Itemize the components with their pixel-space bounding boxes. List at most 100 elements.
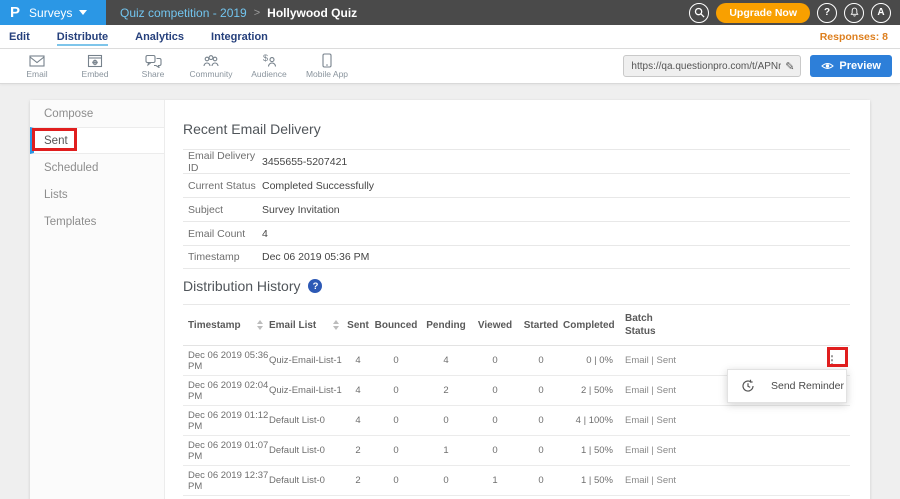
tab-integration[interactable]: Integration: [211, 25, 268, 48]
distribute-toolbar: Email Embed Share Community $ Audience M…: [0, 49, 900, 84]
cell-viewed: 0: [471, 385, 519, 396]
tool-share[interactable]: Share: [124, 54, 182, 79]
surveys-menu[interactable]: Surveys: [29, 6, 87, 20]
audience-dollar-icon: $: [260, 54, 278, 68]
table-row: Dec 06 2019 01:07 PM Default List-0 2 0 …: [183, 436, 850, 466]
search-icon: [694, 7, 705, 18]
sidebar-item-scheduled[interactable]: Scheduled: [30, 154, 164, 181]
cell-timestamp: Dec 06 2019 12:37 PM: [183, 470, 269, 492]
table-row: Dec 06 2019 12:37 PM Default List-0 2 0 …: [183, 466, 850, 496]
tool-audience[interactable]: $ Audience: [240, 54, 298, 79]
tab-edit[interactable]: Edit: [9, 25, 30, 48]
detail-value: 4: [262, 228, 268, 240]
cell-bounced: 0: [371, 415, 421, 426]
sidebar-item-templates[interactable]: Templates: [30, 208, 164, 235]
brand-area: P Surveys: [0, 0, 106, 25]
breadcrumb-separator-icon: >: [254, 7, 260, 19]
tool-email-label: Email: [26, 69, 47, 79]
cell-completed: 4 | 100%: [563, 415, 613, 426]
tool-mobile-app[interactable]: Mobile App: [298, 53, 356, 79]
col-email-list-label: Email List: [269, 320, 316, 331]
tool-embed[interactable]: Embed: [66, 54, 124, 79]
sort-icon[interactable]: [333, 320, 339, 330]
workspace: Compose Sent Scheduled Lists Templates R…: [0, 84, 900, 499]
help-question-icon[interactable]: ?: [308, 279, 322, 293]
survey-tabs: Edit Distribute Analytics Integration Re…: [0, 25, 900, 49]
distribution-history-title: Distribution History ?: [183, 278, 850, 294]
svg-text:$: $: [263, 54, 268, 63]
chat-bubbles-icon: [145, 54, 162, 68]
preview-button-label: Preview: [839, 60, 881, 72]
sidebar-item-sent[interactable]: Sent: [30, 127, 164, 154]
cell-viewed: 0: [471, 415, 519, 426]
cell-bounced: 0: [371, 445, 421, 456]
cell-viewed: 1: [471, 475, 519, 486]
preview-button[interactable]: Preview: [810, 55, 892, 77]
questionpro-logo: P: [10, 4, 20, 21]
detail-label: Current Status: [183, 180, 262, 192]
upgrade-now-button[interactable]: Upgrade Now: [716, 3, 810, 23]
sidebar-item-compose[interactable]: Compose: [30, 100, 164, 127]
send-reminder-menu-item[interactable]: Send Reminder: [771, 380, 844, 392]
people-group-icon: [202, 54, 220, 68]
chevron-down-icon: [79, 10, 87, 15]
col-completed: Completed: [563, 320, 613, 331]
mobile-phone-icon: [322, 53, 332, 68]
breadcrumb: Quiz competition - 2019 > Hollywood Quiz: [120, 6, 357, 20]
cell-completed: 2 | 50%: [563, 385, 613, 396]
sort-icon[interactable]: [257, 320, 263, 330]
cell-completed: 1 | 50%: [563, 475, 613, 486]
notifications-button[interactable]: [844, 3, 864, 23]
cell-batch-status: Email | Sent: [613, 415, 705, 426]
cell-email-list: Quiz-Email-List-1: [269, 385, 345, 396]
survey-link-area: ✎ Preview: [623, 55, 900, 77]
recent-email-delivery-title: Recent Email Delivery: [183, 121, 850, 137]
responses-count[interactable]: Responses: 8: [820, 31, 900, 43]
tab-analytics[interactable]: Analytics: [135, 25, 184, 48]
cell-viewed: 0: [471, 445, 519, 456]
col-timestamp-label: Timestamp: [188, 320, 241, 331]
vertical-dots-menu-icon[interactable]: ⋮: [826, 353, 838, 367]
detail-label: Subject: [183, 204, 262, 216]
help-button[interactable]: ?: [817, 3, 837, 23]
cell-bounced: 0: [371, 475, 421, 486]
cell-email-list: Default List-0: [269, 445, 345, 456]
tab-distribute[interactable]: Distribute: [57, 25, 108, 48]
envelope-icon: [29, 54, 45, 68]
cell-viewed: 0: [471, 355, 519, 366]
tool-audience-label: Audience: [251, 69, 286, 79]
tool-email[interactable]: Email: [8, 54, 66, 79]
cell-timestamp: Dec 06 2019 01:07 PM: [183, 440, 269, 462]
cell-started: 0: [519, 355, 563, 366]
cell-batch-status: Email | Sent: [613, 445, 705, 456]
col-email-list: Email List: [269, 320, 345, 331]
cell-completed: 0 | 0%: [563, 355, 613, 366]
detail-label: Email Count: [183, 228, 262, 240]
avatar[interactable]: A: [871, 3, 891, 23]
sidebar-item-lists[interactable]: Lists: [30, 181, 164, 208]
survey-url-input[interactable]: [624, 61, 783, 72]
cell-pending: 0: [421, 415, 471, 426]
cell-pending: 2: [421, 385, 471, 396]
top-actions: Upgrade Now ? A: [689, 3, 900, 23]
cell-started: 0: [519, 385, 563, 396]
detail-value: Survey Invitation: [262, 204, 340, 216]
col-started: Started: [519, 320, 563, 331]
table-header-row: Timestamp Email List Sent Bounced Pendin…: [183, 304, 850, 346]
tool-community[interactable]: Community: [182, 54, 240, 79]
bell-icon: [849, 7, 860, 18]
col-sent: Sent: [345, 320, 371, 331]
detail-label: Timestamp: [183, 251, 262, 263]
surveys-menu-label: Surveys: [29, 6, 72, 20]
search-button[interactable]: [689, 3, 709, 23]
eye-icon: [821, 61, 834, 71]
breadcrumb-folder[interactable]: Quiz competition - 2019: [120, 6, 247, 20]
pencil-edit-icon[interactable]: ✎: [783, 60, 800, 73]
cell-started: 0: [519, 445, 563, 456]
detail-value: 3455655-5207421: [262, 156, 347, 168]
cell-started: 0: [519, 475, 563, 486]
sent-content: Recent Email Delivery Email Delivery ID …: [165, 100, 870, 499]
detail-row: Timestamp Dec 06 2019 05:36 PM: [183, 245, 850, 269]
detail-row: Email Delivery ID 3455655-5207421: [183, 149, 850, 173]
tool-share-label: Share: [142, 69, 165, 79]
